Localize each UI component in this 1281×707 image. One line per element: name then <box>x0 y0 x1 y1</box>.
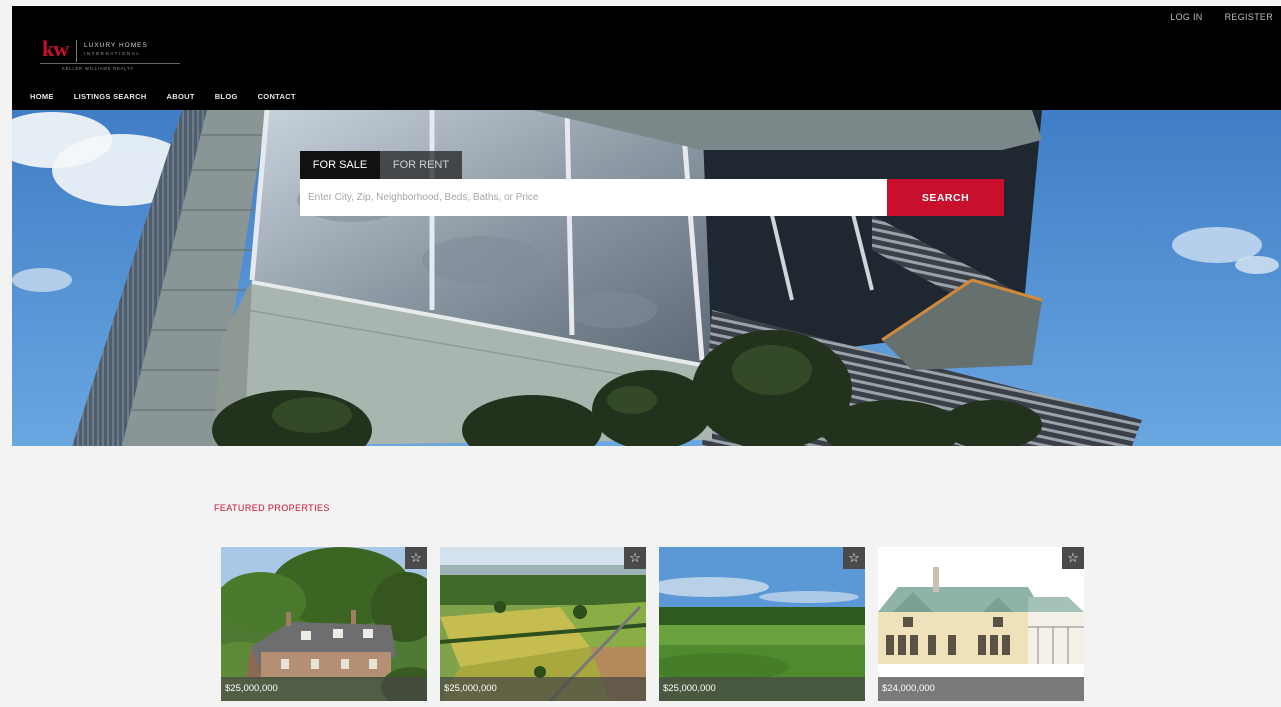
site-header: LOG IN REGISTER kw LUXURY HOMES INTERNAT… <box>12 6 1281 110</box>
logo-line-1: LUXURY HOMES <box>84 42 148 49</box>
nav-blog[interactable]: BLOG <box>215 92 238 101</box>
tab-for-sale[interactable]: FOR SALE <box>300 151 380 179</box>
account-links: LOG IN REGISTER <box>1170 12 1273 22</box>
search-tabs: FOR SALE FOR RENT <box>300 151 462 179</box>
search-button[interactable]: SEARCH <box>887 179 1004 216</box>
star-outline-icon[interactable]: ☆ <box>1062 547 1084 569</box>
property-card[interactable]: ☆ $24,000,000 <box>878 547 1084 701</box>
logo-divider <box>76 40 77 62</box>
property-card[interactable]: ☆ $25,000,000 <box>221 547 427 701</box>
featured-properties-list: ☆ $25,000,000 ☆ $25,000,000 ☆ $25,000,00… <box>221 547 1084 701</box>
featured-properties-heading: FEATURED PROPERTIES <box>214 503 330 513</box>
property-card[interactable]: ☆ $25,000,000 <box>440 547 646 701</box>
search-input[interactable] <box>300 179 887 216</box>
property-price: $24,000,000 <box>878 677 1084 701</box>
star-outline-icon[interactable]: ☆ <box>843 547 865 569</box>
property-search-bar: SEARCH <box>300 179 1004 216</box>
logo-rule <box>40 63 180 64</box>
brand-logo[interactable]: kw LUXURY HOMES INTERNATIONAL KELLER WIL… <box>40 36 180 71</box>
property-card[interactable]: ☆ $25,000,000 <box>659 547 865 701</box>
nav-about[interactable]: ABOUT <box>167 92 195 101</box>
login-link[interactable]: LOG IN <box>1170 12 1202 22</box>
tab-for-rent[interactable]: FOR RENT <box>380 151 462 179</box>
main-nav: HOME LISTINGS SEARCH ABOUT BLOG CONTACT <box>30 92 296 101</box>
logo-mark: kw <box>42 36 69 61</box>
hero-banner <box>12 110 1281 446</box>
nav-listings-search[interactable]: LISTINGS SEARCH <box>74 92 147 101</box>
nav-home[interactable]: HOME <box>30 92 54 101</box>
property-price: $25,000,000 <box>221 677 427 701</box>
register-link[interactable]: REGISTER <box>1225 12 1273 22</box>
property-price: $25,000,000 <box>440 677 646 701</box>
star-outline-icon[interactable]: ☆ <box>624 547 646 569</box>
logo-line-2: INTERNATIONAL <box>84 51 141 56</box>
hero-image <box>12 110 1281 446</box>
nav-contact[interactable]: CONTACT <box>258 92 296 101</box>
logo-line-3: KELLER WILLIAMS REALTY <box>62 66 134 71</box>
property-price: $25,000,000 <box>659 677 865 701</box>
star-outline-icon[interactable]: ☆ <box>405 547 427 569</box>
